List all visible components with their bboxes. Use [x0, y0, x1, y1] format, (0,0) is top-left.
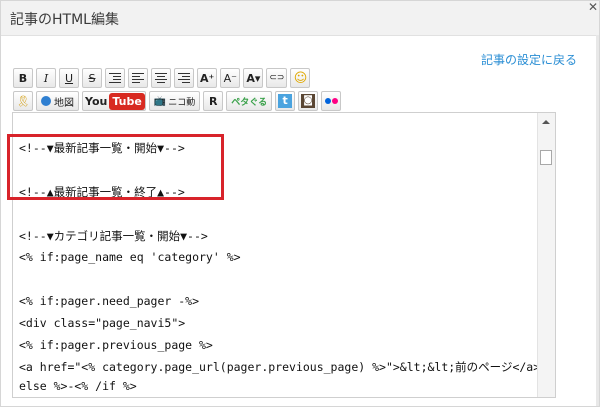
map-button[interactable]: 地図 — [36, 91, 79, 111]
code-line: <% if:pager.previous_page %> — [19, 338, 213, 352]
ribbon-badge-icon: 🎗 — [16, 94, 30, 108]
instagram-button[interactable]: ◙ — [298, 91, 319, 111]
map-button-label: 地図 — [54, 97, 74, 109]
italic-button[interactable]: I — [36, 68, 56, 88]
r-button[interactable]: R — [203, 91, 224, 111]
smiley-icon: ☺ — [293, 70, 308, 86]
youtube-tube-label: Tube — [109, 92, 145, 110]
code-line: <div class="page_navi5"> — [19, 316, 186, 330]
link-button[interactable]: ⊂⊃ — [266, 68, 288, 88]
tv-icon: 📺 — [153, 95, 167, 107]
align-center-button[interactable] — [151, 68, 171, 88]
petagogu-button[interactable]: ペタぐる — [226, 91, 273, 111]
dialog-title: 記事のHTML編集 — [10, 12, 119, 28]
link-icon: ⊂⊃ — [269, 73, 285, 83]
twitter-button[interactable]: t — [275, 91, 296, 111]
highlight-annotation-box — [7, 134, 224, 200]
niconico-button[interactable]: 📺 ニコ動 — [148, 91, 201, 111]
font-size-up-button[interactable]: A⁺ — [197, 68, 218, 88]
flickr-icon — [324, 98, 338, 104]
align-right-icon — [178, 73, 190, 83]
petagogu-label: ペタぐる — [231, 97, 268, 108]
close-icon[interactable]: ✕ — [585, 1, 599, 15]
align-center-icon — [155, 73, 167, 83]
dialog-edge-shadow — [596, 35, 599, 406]
dialog-titlebar: 記事のHTML編集 ✕ — [1, 1, 599, 36]
badge-button[interactable]: 🎗 — [13, 91, 33, 111]
code-line: <!--▼カテゴリ記事一覧・開始▼--> — [19, 229, 208, 243]
editor-toolbar: B I U S A⁺ A⁻ A▾ ⊂⊃ ☺ 🎗 地図 You Tube 📺 ニコ… — [13, 68, 342, 114]
font-color-button[interactable]: A▾ — [243, 68, 264, 88]
r-badge-icon: R — [209, 94, 218, 108]
align-left-icon — [132, 73, 144, 83]
strikethrough-button[interactable]: S — [82, 68, 102, 88]
globe-icon — [41, 96, 51, 106]
editor-scrollbar[interactable] — [537, 113, 555, 397]
align-left-button[interactable] — [128, 68, 148, 88]
underline-button[interactable]: U — [59, 68, 79, 88]
scroll-up-arrow-icon[interactable] — [542, 120, 550, 124]
scrollbar-thumb[interactable] — [540, 150, 552, 165]
twitter-icon: t — [278, 94, 293, 108]
indent-button[interactable] — [105, 68, 125, 88]
align-right-button[interactable] — [174, 68, 194, 88]
back-to-settings-link[interactable]: 記事の設定に戻る — [481, 51, 577, 68]
code-line: <% if:page_name eq 'category' %> — [19, 250, 241, 264]
html-edit-dialog: 記事のHTML編集 ✕ 記事の設定に戻る B I U S A⁺ A⁻ A▾ ⊂⊃… — [0, 0, 600, 407]
code-line: <a href="<% category.page_url(pager.prev… — [19, 360, 554, 374]
emoji-button[interactable]: ☺ — [290, 68, 311, 88]
instagram-icon: ◙ — [301, 94, 316, 108]
code-line: <% if:pager.need_pager -%> — [19, 294, 200, 308]
toolbar-row-1: B I U S A⁺ A⁻ A▾ ⊂⊃ ☺ — [13, 68, 341, 88]
code-line: else %>-<% /if %> — [19, 379, 137, 393]
youtube-button[interactable]: You Tube — [82, 91, 146, 111]
font-size-down-button[interactable]: A⁻ — [220, 68, 241, 88]
flickr-button[interactable] — [321, 91, 342, 111]
niconico-label: ニコ動 — [168, 97, 196, 108]
indent-icon — [109, 73, 121, 83]
bold-button[interactable]: B — [13, 68, 33, 88]
toolbar-row-2: 🎗 地図 You Tube 📺 ニコ動 R ペタぐる t ◙ — [13, 91, 342, 111]
youtube-you-label: You — [85, 94, 108, 108]
